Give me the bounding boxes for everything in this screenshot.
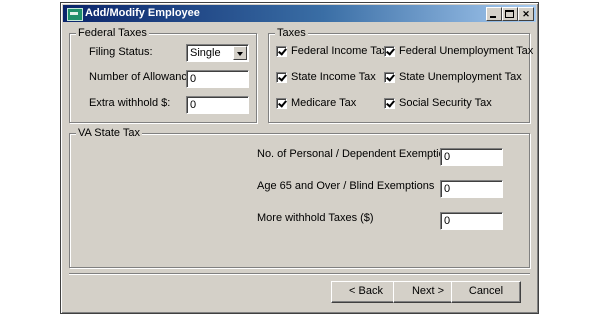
exemptions-label: No. of Personal / Dependent Exemptions xyxy=(257,148,457,160)
federal-taxes-group: Federal Taxes Filing Status: Single Numb… xyxy=(69,27,257,123)
filing-status-value: Single xyxy=(190,47,221,59)
va-state-tax-legend: VA State Tax xyxy=(76,127,142,139)
taxes-legend: Taxes xyxy=(275,27,308,39)
app-icon xyxy=(67,8,83,21)
checkbox-checked[interactable] xyxy=(384,98,395,109)
checkbox-checked[interactable] xyxy=(384,72,395,83)
add-modify-employee-window: Add/Modify Employee ✕ Federal Taxes Fili… xyxy=(60,2,539,314)
more-withhold-field[interactable]: 0 xyxy=(440,212,503,230)
checkbox-label: State Unemployment Tax xyxy=(399,71,522,83)
allowance-field[interactable]: 0 xyxy=(186,70,249,88)
cancel-button[interactable]: Cancel xyxy=(451,281,521,303)
allowance-label: Number of Allowance: xyxy=(89,71,196,83)
chevron-down-icon[interactable] xyxy=(233,46,247,60)
checkbox-checked[interactable] xyxy=(276,72,287,83)
checkbox-label: Social Security Tax xyxy=(399,97,492,109)
exemptions-field[interactable]: 0 xyxy=(440,148,503,166)
close-icon[interactable]: ✕ xyxy=(518,7,534,21)
extra-withhold-field[interactable]: 0 xyxy=(186,96,249,114)
back-button[interactable]: < Back xyxy=(331,281,401,303)
checkbox-label: Federal Unemployment Tax xyxy=(399,45,534,57)
filing-status-label: Filing Status: xyxy=(89,46,153,58)
title-bar[interactable]: Add/Modify Employee ✕ xyxy=(63,5,536,22)
more-withhold-label: More withhold Taxes ($) xyxy=(257,212,374,224)
va-state-tax-group: VA State Tax No. of Personal / Dependent… xyxy=(69,127,530,268)
window-title: Add/Modify Employee xyxy=(85,7,200,19)
age-blind-label: Age 65 and Over / Blind Exemptions xyxy=(257,180,435,192)
federal-taxes-legend: Federal Taxes xyxy=(76,27,149,39)
checkbox-label: State Income Tax xyxy=(291,71,376,83)
button-separator xyxy=(69,273,530,275)
checkbox-label: Federal Income Tax xyxy=(291,45,388,57)
maximize-icon[interactable] xyxy=(502,7,518,21)
taxes-group: Taxes Federal Income Tax Federal Unemplo… xyxy=(268,27,534,123)
checkbox-label: Medicare Tax xyxy=(291,97,357,109)
checkbox-checked[interactable] xyxy=(384,46,395,57)
filing-status-select[interactable]: Single xyxy=(186,44,249,62)
extra-withhold-label: Extra withhold $: xyxy=(89,97,171,109)
checkbox-checked[interactable] xyxy=(276,98,287,109)
checkbox-checked[interactable] xyxy=(276,46,287,57)
age-blind-field[interactable]: 0 xyxy=(440,180,503,198)
minimize-icon[interactable] xyxy=(486,7,502,21)
